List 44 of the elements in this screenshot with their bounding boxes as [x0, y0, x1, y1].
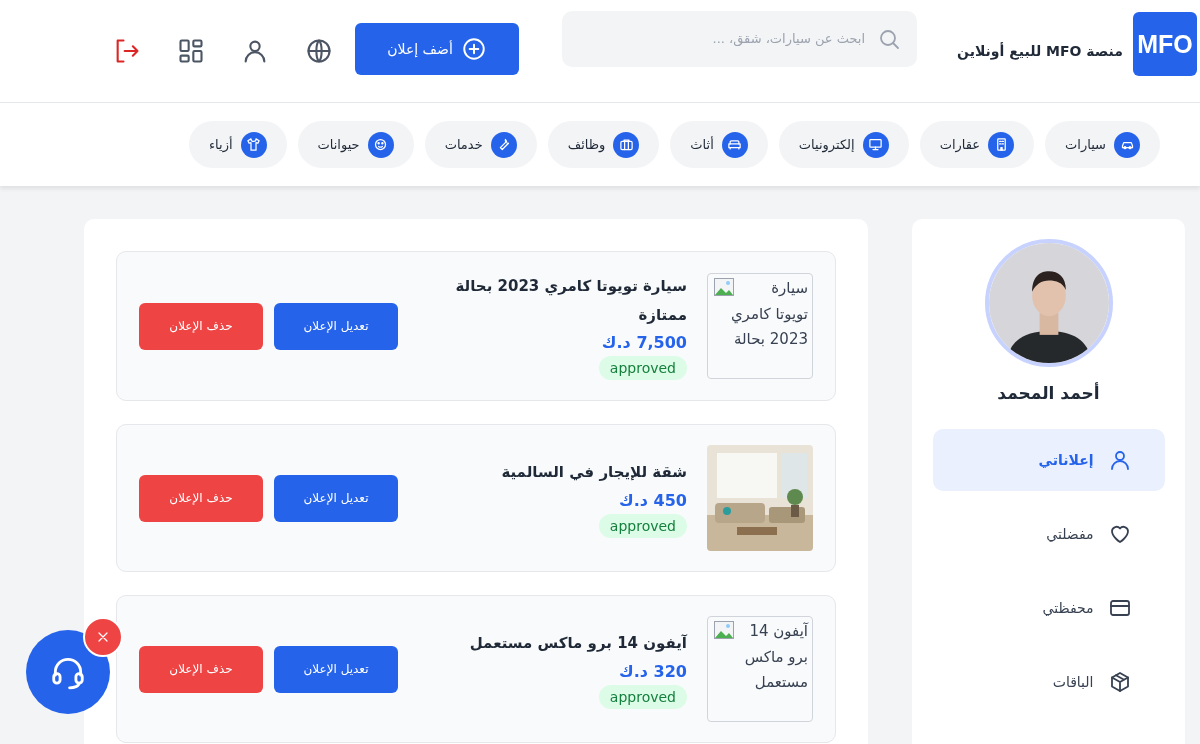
monitor-icon	[862, 131, 889, 158]
ad-title[interactable]: آيفون 14 برو ماكس مستعمل	[469, 629, 687, 658]
category-chip[interactable]: إلكترونيات	[778, 121, 909, 168]
ad-price: 450 د.ك	[619, 490, 687, 510]
ad-title[interactable]: شقة للإيجار في السالمية	[501, 458, 687, 487]
edit-button[interactable]: تعديل الإعلان	[274, 474, 398, 522]
car-icon	[1114, 131, 1140, 158]
sidebar-item[interactable]: مفضلتي	[932, 503, 1165, 565]
edit-button[interactable]: تعديل الإعلان	[274, 645, 398, 693]
grid-icon	[177, 37, 206, 65]
sofa-icon	[721, 131, 748, 158]
logo[interactable]: MFO	[1133, 12, 1197, 76]
add-ad-button[interactable]: أضف إعلان	[355, 23, 520, 75]
edit-button[interactable]: تعديل الإعلان	[274, 302, 398, 350]
status-badge: approved	[598, 356, 687, 380]
briefcase-icon	[613, 131, 640, 158]
dashboard-button[interactable]	[181, 37, 206, 61]
ad-title[interactable]: سيارة تويوتا كامري 2023 بحالة ممتازة	[441, 272, 687, 329]
category-chip[interactable]: خدمات	[424, 121, 537, 168]
plus-circle-icon	[460, 36, 487, 62]
sidebar-item[interactable]: الباقات	[932, 651, 1165, 713]
category-chip[interactable]: حيوانات	[297, 121, 414, 168]
sidebar-item[interactable]: محفظتي	[932, 577, 1165, 639]
ad-price: 320 د.ك	[619, 661, 687, 681]
building-icon	[988, 131, 1015, 158]
category-chip[interactable]: سيارات	[1045, 121, 1160, 168]
category-chip[interactable]: أثاث	[670, 121, 768, 168]
sidebar-item[interactable]: إعلاناتي	[932, 429, 1165, 491]
category-chip[interactable]: وظائف	[547, 121, 660, 168]
category-chip[interactable]: أزياء	[188, 121, 287, 168]
search-field[interactable]: ابحث عن سيارات، شقق، ...	[562, 10, 918, 67]
delete-button[interactable]: حذف الإعلان	[139, 645, 263, 693]
broken-image: سيارة تويوتا كامري 2023 بحالة	[707, 273, 813, 379]
shirt-icon	[240, 131, 267, 158]
delete-button[interactable]: حذف الإعلان	[139, 474, 263, 522]
ad-price: 7,500 د.ك	[601, 333, 687, 352]
user-name: أحمد المحمد	[997, 383, 1100, 403]
site-name: منصة MFO للبيع أونلاين	[957, 43, 1123, 59]
delete-button[interactable]: حذف الإعلان	[139, 302, 263, 350]
category-chip[interactable]: عقارات	[919, 121, 1035, 168]
wrench-icon	[490, 131, 517, 158]
broken-image: آيفون 14 برو ماكس مستعمل	[707, 616, 813, 722]
status-badge: approved	[598, 513, 687, 538]
status-badge: approved	[598, 684, 687, 709]
